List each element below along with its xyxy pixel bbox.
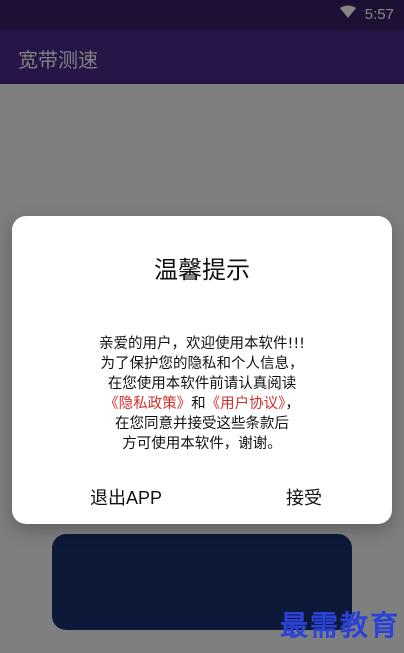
message-line-1: 亲爱的用户，欢迎使用本软件!!! bbox=[99, 336, 305, 352]
screen: 5:57 宽带测速 温馨提示 亲爱的用户，欢迎使用本软件!!! 为了保护您的隐私… bbox=[0, 0, 404, 653]
privacy-policy-link[interactable]: 《隐私政策》 bbox=[104, 396, 191, 412]
dialog-message: 亲爱的用户，欢迎使用本软件!!! 为了保护您的隐私和个人信息， 在您使用本软件前… bbox=[12, 334, 392, 454]
accept-button[interactable]: 接受 bbox=[286, 484, 322, 510]
message-and-text: 和 bbox=[191, 396, 206, 412]
message-line-5: 在您同意并接受这些条款后 bbox=[115, 416, 289, 432]
exit-app-button[interactable]: 退出APP bbox=[90, 484, 162, 510]
privacy-dialog: 温馨提示 亲爱的用户，欢迎使用本软件!!! 为了保护您的隐私和个人信息， 在您使… bbox=[12, 216, 392, 524]
message-line-3: 在您使用本软件前请认真阅读 bbox=[107, 376, 297, 392]
message-line-2: 为了保护您的隐私和个人信息， bbox=[100, 356, 304, 372]
dialog-title: 温馨提示 bbox=[154, 256, 250, 284]
watermark: 最需教育 bbox=[280, 609, 401, 642]
message-line-4: 《隐私政策》和《用户协议》， bbox=[12, 394, 392, 414]
message-comma: ， bbox=[285, 396, 300, 412]
message-line-6: 方可使用本软件，谢谢。 bbox=[122, 436, 282, 452]
user-agreement-link[interactable]: 《用户协议》 bbox=[206, 396, 286, 412]
